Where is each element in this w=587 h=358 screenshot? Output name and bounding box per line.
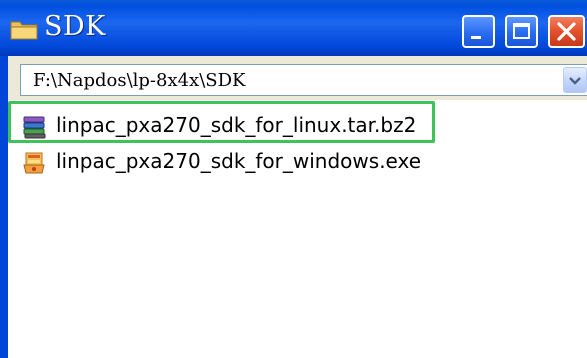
maximize-icon: [513, 23, 530, 39]
address-dropdown-button[interactable]: [563, 67, 587, 93]
address-path[interactable]: F:\Napdos\lp-8x4x\SDK: [33, 70, 245, 91]
explorer-window: SDK F:\Napdos\lp-8x4x\SDK linpac_pxa270_…: [0, 0, 587, 358]
minimize-button[interactable]: [462, 15, 495, 48]
chevron-down-icon: [569, 77, 581, 85]
folder-icon: [10, 21, 38, 40]
address-field[interactable]: F:\Napdos\lp-8x4x\SDK: [20, 64, 587, 96]
close-icon: [557, 22, 576, 41]
window-title: SDK: [44, 11, 106, 42]
address-bar: F:\Napdos\lp-8x4x\SDK: [8, 56, 587, 100]
window-left-border: [0, 56, 8, 358]
minimize-icon: [471, 36, 481, 39]
title-bar[interactable]: SDK: [0, 0, 587, 56]
selection-highlight: [8, 101, 435, 143]
close-button[interactable]: [548, 15, 585, 48]
file-name[interactable]: linpac_pxa270_sdk_for_windows.exe: [56, 149, 421, 173]
installer-icon: [23, 152, 45, 174]
maximize-button[interactable]: [505, 15, 538, 48]
